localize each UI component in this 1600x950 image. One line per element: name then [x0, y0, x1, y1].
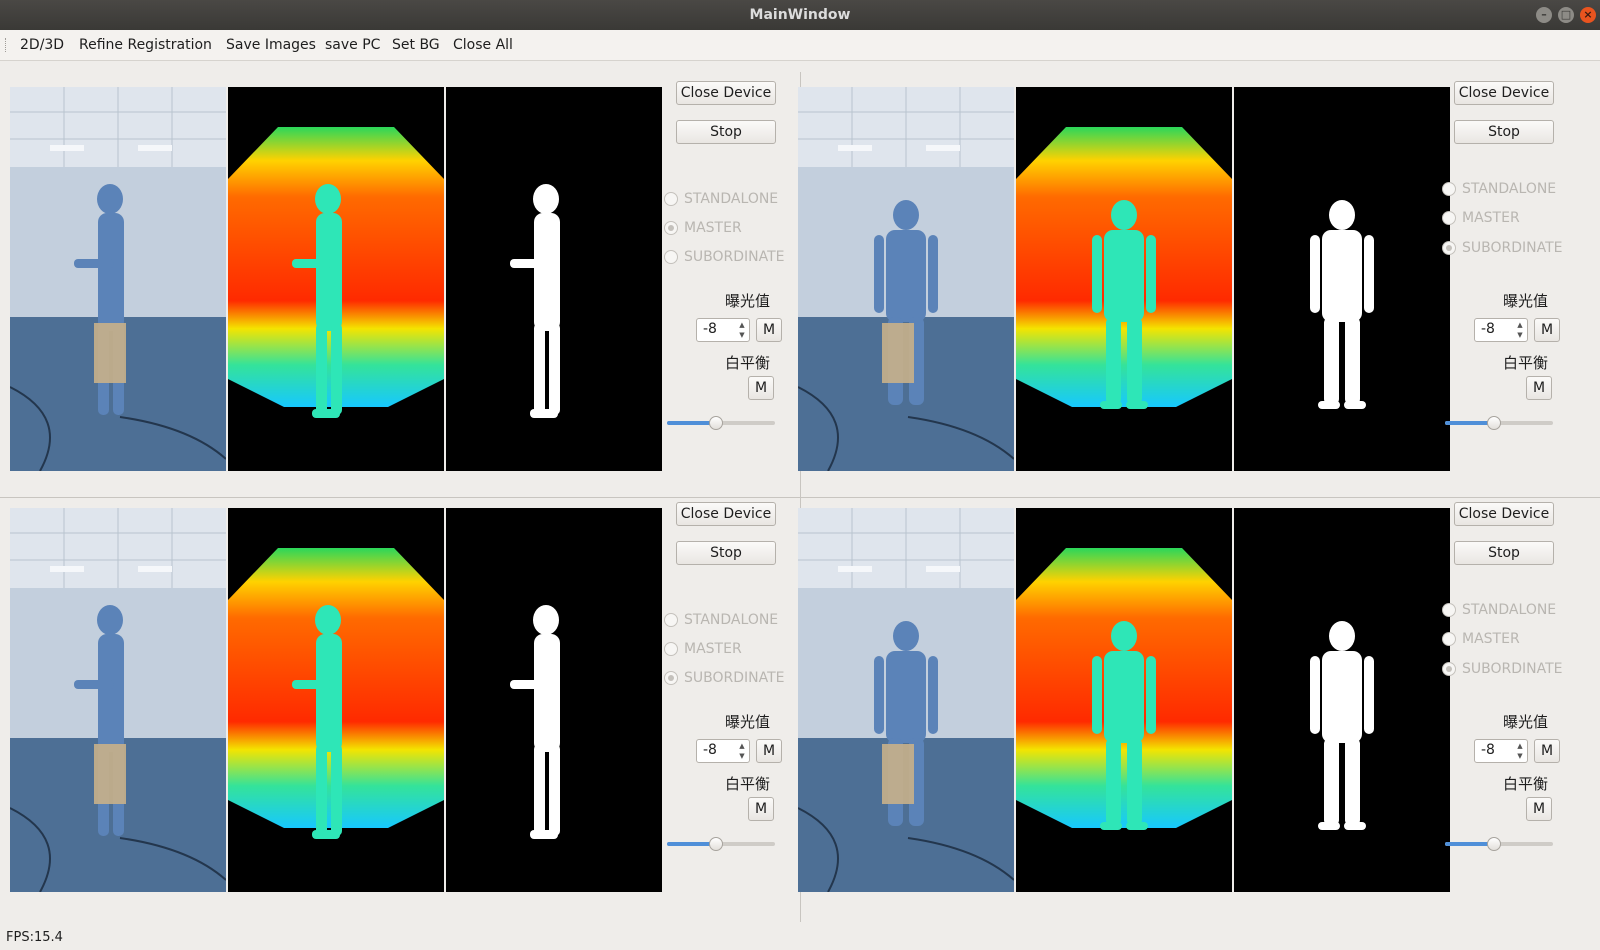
toolbar-grip-icon: [5, 38, 9, 52]
stop-button[interactable]: Stop: [676, 120, 776, 144]
menu-save-pc[interactable]: save PC: [325, 30, 380, 60]
spin-up-icon[interactable]: ▲: [736, 741, 748, 751]
white-balance-label: 白平衡: [725, 775, 771, 793]
depth-view: [228, 87, 444, 471]
spin-down-icon[interactable]: ▼: [1514, 751, 1526, 761]
depth-view: [1016, 87, 1232, 471]
radio-icon: [664, 250, 678, 264]
spin-down-icon[interactable]: ▼: [736, 751, 748, 761]
slider-handle[interactable]: [1487, 837, 1501, 851]
white-balance-manual-button[interactable]: M: [748, 797, 774, 821]
radio-icon: [664, 642, 678, 656]
slider-fill: [1445, 842, 1493, 846]
radio-icon: [1442, 603, 1456, 617]
white-balance-label: 白平衡: [1503, 775, 1549, 793]
exposure-spinbox[interactable]: -8 ▲ ▼: [696, 739, 750, 763]
slider-handle[interactable]: [1487, 416, 1501, 430]
window-title: MainWindow: [749, 7, 851, 23]
slider-handle[interactable]: [709, 837, 723, 851]
radio-icon: [664, 221, 678, 235]
minimize-icon[interactable]: –: [1536, 7, 1552, 23]
spin-up-icon[interactable]: ▲: [1514, 741, 1526, 751]
exposure-spinbox[interactable]: -8 ▲ ▼: [1474, 318, 1528, 342]
close-icon[interactable]: ×: [1580, 7, 1596, 23]
slider-fill: [1445, 421, 1493, 425]
spin-up-icon[interactable]: ▲: [736, 320, 748, 330]
exposure-label: 曝光值: [1503, 292, 1549, 310]
slider-fill: [667, 421, 715, 425]
radio-icon: [1442, 182, 1456, 196]
mask-view: [1234, 508, 1450, 892]
white-balance-manual-button[interactable]: M: [1526, 797, 1552, 821]
menu-save-images[interactable]: Save Images: [226, 30, 316, 60]
exposure-manual-button[interactable]: M: [1534, 318, 1560, 342]
depth-view: [1016, 508, 1232, 892]
stop-button[interactable]: Stop: [1454, 120, 1554, 144]
maximize-icon[interactable]: □: [1558, 7, 1574, 23]
exposure-spinbox[interactable]: -8 ▲ ▼: [696, 318, 750, 342]
close-device-button[interactable]: Close Device: [676, 502, 776, 526]
white-balance-slider[interactable]: [667, 416, 775, 430]
mask-view: [446, 87, 662, 471]
fps-status: FPS:15.4: [6, 930, 63, 945]
radio-icon: [1442, 241, 1456, 255]
menu-close-all[interactable]: Close All: [453, 30, 513, 60]
white-balance-manual-button[interactable]: M: [1526, 376, 1552, 400]
spin-down-icon[interactable]: ▼: [1514, 330, 1526, 340]
rgb-view: [10, 508, 226, 892]
rgb-view: [798, 508, 1014, 892]
device-panel-4: Close Device Stop STANDALONE MASTER SUBORDIN…: [788, 493, 1588, 923]
stop-button[interactable]: Stop: [1454, 541, 1554, 565]
spin-up-icon[interactable]: ▲: [1514, 320, 1526, 330]
exposure-label: 曝光值: [1503, 713, 1549, 731]
close-device-button[interactable]: Close Device: [1454, 502, 1554, 526]
white-balance-slider[interactable]: [1445, 837, 1553, 851]
menu-refine-registration[interactable]: Refine Registration: [79, 30, 212, 60]
device-panel-2: Close Device Stop STANDALONE MASTER SUBORDIN…: [788, 72, 1588, 502]
exposure-spinbox[interactable]: -8 ▲ ▼: [1474, 739, 1528, 763]
white-balance-label: 白平衡: [725, 354, 771, 372]
rgb-view: [10, 87, 226, 471]
slider-handle[interactable]: [709, 416, 723, 430]
white-balance-slider[interactable]: [667, 837, 775, 851]
spin-down-icon[interactable]: ▼: [736, 330, 748, 340]
menu-2d3d[interactable]: 2D/3D: [20, 30, 64, 60]
radio-icon: [1442, 662, 1456, 676]
exposure-manual-button[interactable]: M: [1534, 739, 1560, 763]
title-bar: MainWindow – □ ×: [0, 0, 1600, 30]
radio-icon: [1442, 632, 1456, 646]
device-panel-3: Close Device Stop STANDALONE MASTER SUBORDIN…: [0, 493, 800, 923]
close-device-button[interactable]: Close Device: [676, 81, 776, 105]
radio-icon: [664, 613, 678, 627]
device-panel-1: Close Device Stop STANDALONE MASTER SUBORDIN…: [0, 72, 800, 502]
menu-bar: 2D/3D Refine Registration Save Images sa…: [0, 30, 1600, 61]
exposure-manual-button[interactable]: M: [756, 318, 782, 342]
radio-icon: [664, 192, 678, 206]
white-balance-slider[interactable]: [1445, 416, 1553, 430]
slider-fill: [667, 842, 715, 846]
exposure-label: 曝光值: [725, 292, 771, 310]
depth-view: [228, 508, 444, 892]
exposure-manual-button[interactable]: M: [756, 739, 782, 763]
radio-icon: [664, 671, 678, 685]
white-balance-label: 白平衡: [1503, 354, 1549, 372]
radio-icon: [1442, 211, 1456, 225]
menu-set-bg[interactable]: Set BG: [392, 30, 440, 60]
mask-view: [1234, 87, 1450, 471]
rgb-view: [798, 87, 1014, 471]
white-balance-manual-button[interactable]: M: [748, 376, 774, 400]
stop-button[interactable]: Stop: [676, 541, 776, 565]
close-device-button[interactable]: Close Device: [1454, 81, 1554, 105]
mask-view: [446, 508, 662, 892]
exposure-label: 曝光值: [725, 713, 771, 731]
